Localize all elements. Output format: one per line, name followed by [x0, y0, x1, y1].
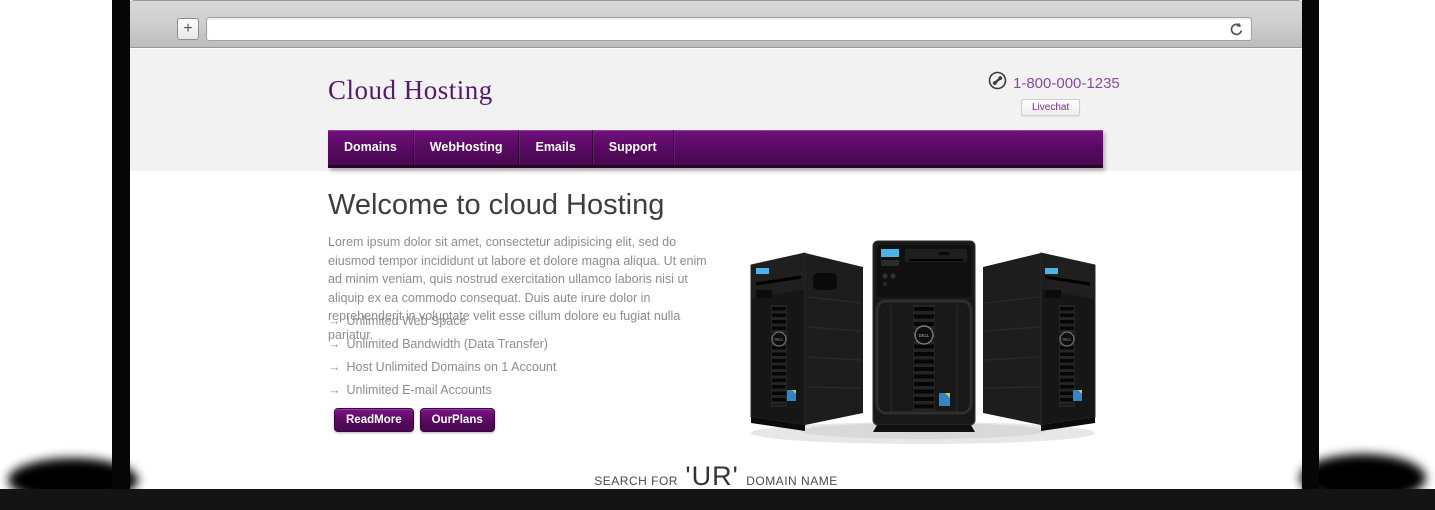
- refresh-icon[interactable]: [1227, 20, 1246, 39]
- nav-item-emails[interactable]: Emails: [519, 130, 592, 165]
- window-shadow-right: [1302, 0, 1319, 497]
- nav-item-webhosting[interactable]: WebHosting: [414, 130, 520, 165]
- phone-icon: [988, 71, 1007, 95]
- livechat-button[interactable]: Livechat: [1021, 99, 1080, 116]
- feature-item: →Unlimited Bandwidth (Data Transfer): [328, 338, 556, 351]
- arrow-icon: →: [328, 360, 341, 374]
- feature-item: →Unlimited Web Space: [328, 315, 556, 328]
- phone-number: 1-800-000-1235: [1013, 75, 1120, 92]
- readmore-button[interactable]: ReadMore: [334, 408, 414, 432]
- ourplans-button[interactable]: OurPlans: [420, 408, 495, 432]
- arrow-icon: →: [328, 383, 341, 397]
- nav-item-support[interactable]: Support: [593, 130, 674, 165]
- browser-window: + Cloud Hosting: [130, 0, 1302, 497]
- new-tab-button[interactable]: +: [177, 18, 199, 40]
- phone-contact: 1-800-000-1235: [988, 71, 1120, 95]
- screenshot-canvas: + Cloud Hosting: [0, 0, 1435, 510]
- feature-list: →Unlimited Web Space →Unlimited Bandwidt…: [328, 315, 556, 407]
- domain-search-banner: SEARCH FOR 'UR' DOMAIN NAME: [130, 461, 1302, 492]
- feature-item: →Unlimited E-mail Accounts: [328, 384, 556, 397]
- page-title: Welcome to cloud Hosting: [328, 189, 664, 222]
- search-banner-prefix: SEARCH FOR: [594, 474, 678, 488]
- window-shadow-left: [112, 0, 130, 497]
- svg-text:DELL: DELL: [1063, 338, 1072, 342]
- svg-text:DELL: DELL: [775, 338, 784, 342]
- arrow-icon: →: [328, 337, 341, 351]
- feature-item: →Host Unlimited Domains on 1 Account: [328, 361, 556, 374]
- right-tower: DELL: [983, 253, 1095, 431]
- search-banner-suffix: DOMAIN NAME: [746, 474, 838, 488]
- left-tower: DELL: [751, 253, 863, 431]
- browser-toolbar: +: [130, 0, 1302, 48]
- arrow-icon: →: [328, 314, 341, 328]
- search-banner-highlight: 'UR': [685, 461, 738, 491]
- hero-buttons: ReadMore OurPlans: [334, 408, 495, 432]
- bottom-black-bar: [0, 489, 1435, 510]
- center-tower: DELL: [873, 241, 975, 432]
- svg-text:DELL: DELL: [919, 333, 930, 338]
- address-bar[interactable]: [206, 17, 1252, 41]
- server-towers-image: DELL: [743, 235, 1103, 447]
- nav-item-domains[interactable]: Domains: [328, 130, 414, 165]
- main-navigation: Domains WebHosting Emails Support: [328, 130, 1103, 168]
- url-input[interactable]: [213, 19, 1221, 39]
- web-page: Cloud Hosting 1-800-000-1235 Livechat: [130, 49, 1302, 497]
- site-logo: Cloud Hosting: [328, 75, 493, 106]
